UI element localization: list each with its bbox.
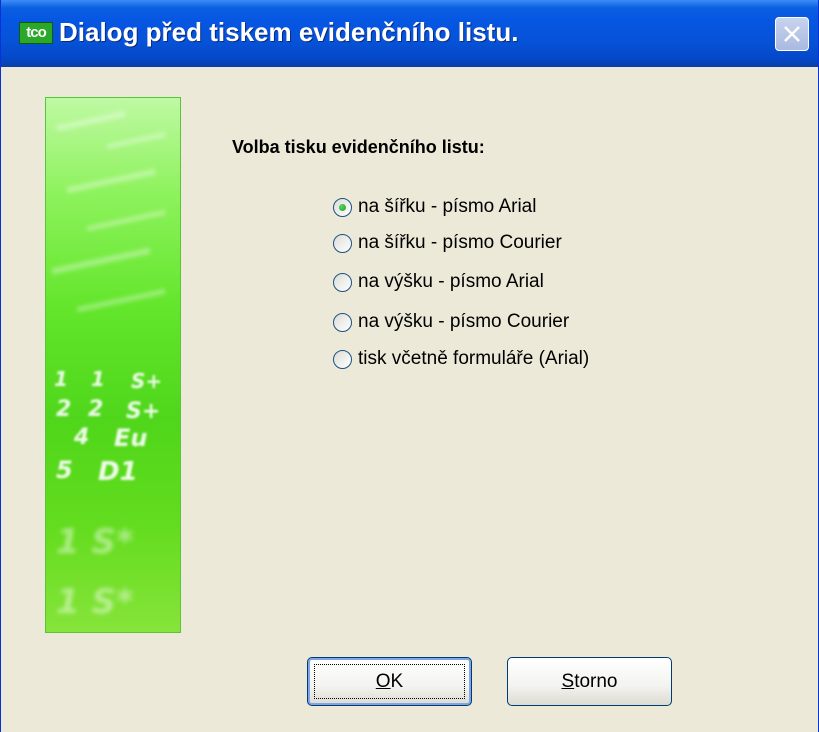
app-logo-icon: tco xyxy=(19,22,53,44)
svg-text:1 S*: 1 S* xyxy=(56,582,134,622)
close-icon xyxy=(784,26,800,42)
radio-button[interactable] xyxy=(333,197,352,217)
focus-rectangle xyxy=(314,664,465,699)
radio-button[interactable] xyxy=(333,272,352,292)
storno-button-label: Storno xyxy=(561,670,618,692)
svg-text:S+: S+ xyxy=(126,399,160,424)
radio-option-1[interactable]: na šířku - písmo Arial xyxy=(333,193,536,221)
svg-text:1: 1 xyxy=(54,367,68,391)
options-heading: Volba tisku evidenčního listu: xyxy=(232,137,485,157)
svg-text:1: 1 xyxy=(91,367,105,391)
radio-option-5[interactable]: tisk včetně formuláře (Arial) xyxy=(333,345,589,373)
radio-label[interactable]: na šířku - písmo Courier xyxy=(358,232,562,254)
svg-text:2: 2 xyxy=(56,397,71,422)
radio-option-3[interactable]: na výšku - písmo Arial xyxy=(333,268,544,296)
svg-text:D1: D1 xyxy=(98,457,138,487)
svg-text:2: 2 xyxy=(88,397,103,422)
radio-option-2[interactable]: na šířku - písmo Courier xyxy=(333,229,562,257)
close-button[interactable] xyxy=(775,17,809,51)
svg-text:4: 4 xyxy=(73,425,89,450)
radio-selected-dot xyxy=(339,203,346,211)
title-bar[interactable]: tco Dialog před tiskem evidenčního listu… xyxy=(1,0,818,67)
radio-label[interactable]: tisk včetně formuláře (Arial) xyxy=(358,348,589,370)
dialog-window: tco Dialog před tiskem evidenčního listu… xyxy=(0,0,819,732)
svg-text:1 S*: 1 S* xyxy=(56,522,134,562)
svg-text:Eu: Eu xyxy=(114,424,147,452)
keypad-pattern-icon: 1 1 S+ 2 2 S+ 4 Eu 5 D1 1 S* 1 S* xyxy=(51,110,166,622)
svg-text:S+: S+ xyxy=(131,369,162,393)
radio-option-4[interactable]: na výšku - písmo Courier xyxy=(333,308,569,336)
window-title: Dialog před tiskem evidenčního listu. xyxy=(59,17,519,47)
radio-label[interactable]: na výšku - písmo Courier xyxy=(358,311,569,333)
ok-button[interactable]: OK xyxy=(307,657,472,706)
decorative-image: 1 1 S+ 2 2 S+ 4 Eu 5 D1 1 S* 1 S* xyxy=(45,97,181,633)
svg-text:5: 5 xyxy=(56,456,73,484)
radio-label[interactable]: na šířku - písmo Arial xyxy=(358,196,536,218)
radio-button[interactable] xyxy=(333,349,352,369)
radio-button[interactable] xyxy=(333,312,352,332)
storno-button[interactable]: Storno xyxy=(507,657,672,706)
radio-button[interactable] xyxy=(333,233,352,253)
radio-label[interactable]: na výšku - písmo Arial xyxy=(358,271,544,293)
